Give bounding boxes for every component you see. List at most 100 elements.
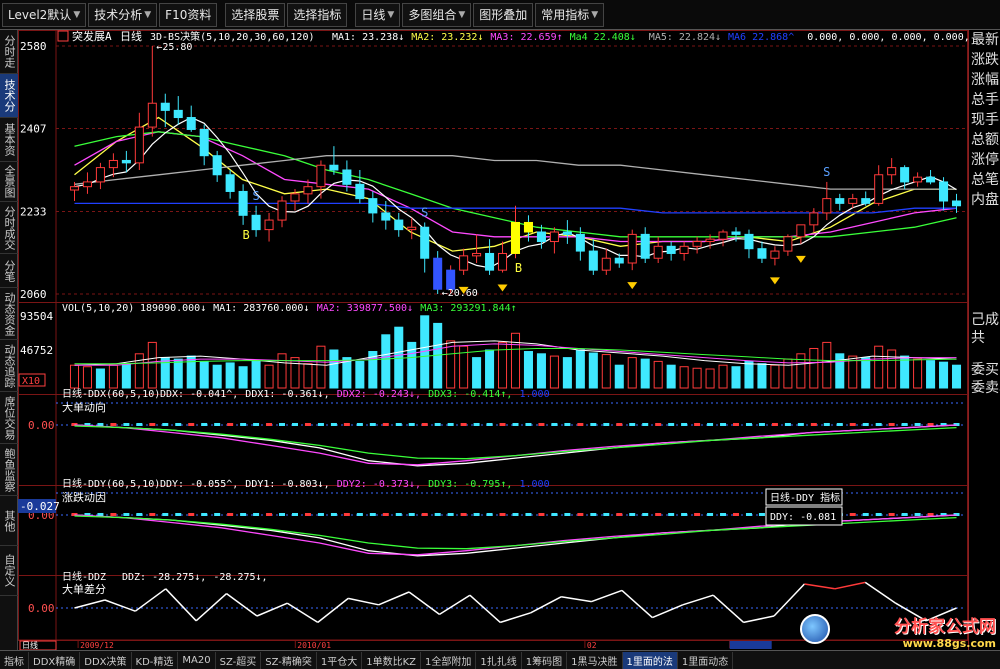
chevron-down-icon[interactable]: ▼ xyxy=(591,10,598,20)
volume-bar[interactable] xyxy=(809,347,819,389)
toolbar-button[interactable]: 多图组合 ▼ xyxy=(402,2,472,27)
volume-bar[interactable] xyxy=(575,349,585,389)
indicator-tab[interactable]: 1单数比KZ xyxy=(362,651,422,669)
candle-body[interactable] xyxy=(588,250,598,271)
candle-body[interactable] xyxy=(329,164,339,171)
volume-bar[interactable] xyxy=(796,353,806,389)
candle-body[interactable] xyxy=(108,159,118,169)
volume-bar[interactable] xyxy=(95,368,105,389)
candle-body[interactable] xyxy=(900,167,910,183)
candle-body[interactable] xyxy=(640,233,650,259)
volume-bar[interactable] xyxy=(913,358,923,389)
candle-body[interactable] xyxy=(173,109,183,119)
volume-bar[interactable] xyxy=(186,355,196,389)
candle-body[interactable] xyxy=(498,252,508,271)
volume-bar[interactable] xyxy=(614,364,624,389)
candle-body[interactable] xyxy=(562,231,572,235)
candle-body[interactable] xyxy=(731,231,741,235)
toolbar-button[interactable]: 图形叠加 xyxy=(473,2,534,27)
candle-body[interactable] xyxy=(472,252,482,257)
candle-body[interactable] xyxy=(277,200,287,221)
candle-body[interactable] xyxy=(679,245,689,254)
candle-body[interactable] xyxy=(69,186,80,191)
volume-bar[interactable] xyxy=(692,367,702,389)
chevron-down-icon[interactable]: ▼ xyxy=(387,10,394,20)
indicator-tab[interactable]: MA20 xyxy=(178,651,216,669)
candle-body[interactable] xyxy=(939,181,949,202)
volume-bar[interactable] xyxy=(121,363,131,389)
toolbar-button[interactable]: 技术分析 ▼ xyxy=(88,2,158,27)
candle-body[interactable] xyxy=(303,186,313,195)
candle-body[interactable] xyxy=(653,245,663,259)
left-tab[interactable]: 分时成交 xyxy=(0,202,18,254)
volume-bar[interactable] xyxy=(446,340,456,389)
stock-selector-icon[interactable] xyxy=(57,30,69,42)
volume-bar[interactable] xyxy=(303,363,313,389)
candle-body[interactable] xyxy=(407,226,417,231)
candle-body[interactable] xyxy=(264,219,274,231)
volume-bar[interactable] xyxy=(316,345,326,389)
volume-bar[interactable] xyxy=(523,351,533,389)
candle-body[interactable] xyxy=(212,155,222,176)
candle-body[interactable] xyxy=(238,190,248,216)
volume-bar[interactable] xyxy=(225,362,235,389)
indicator-tab[interactable]: 1全部附加 xyxy=(421,651,477,669)
candle-body[interactable] xyxy=(549,231,559,243)
left-tab[interactable]: 技术分析 xyxy=(0,74,18,118)
volume-bar[interactable] xyxy=(718,364,728,389)
left-tab[interactable]: 分笔 xyxy=(0,254,18,288)
candle-body[interactable] xyxy=(485,252,495,271)
candle-body[interactable] xyxy=(134,126,144,164)
indicator-tab[interactable]: 1里面的法 xyxy=(622,651,678,669)
volume-bar[interactable] xyxy=(861,357,871,389)
left-tab[interactable]: 动态资金 xyxy=(0,288,18,340)
volume-bar[interactable] xyxy=(69,364,80,389)
volume-bar[interactable] xyxy=(199,360,209,389)
left-tab[interactable]: 全景图 xyxy=(0,162,18,202)
candle-body[interactable] xyxy=(121,159,131,164)
volume-bar[interactable] xyxy=(290,357,300,389)
candle-body[interactable] xyxy=(82,181,92,188)
indicator-tab[interactable]: DDX决策 xyxy=(80,651,132,669)
volume-bar[interactable] xyxy=(835,353,845,389)
toolbar-button[interactable]: F10资料 xyxy=(159,2,218,27)
stock-chart[interactable]: 2580 2407 2233 2060 S S B B S ←25.80 ←20.60 突发展A 日线 3… xyxy=(18,30,968,650)
volume-bar[interactable] xyxy=(238,366,248,389)
left-tab[interactable]: 基本资料 xyxy=(0,118,18,162)
volume-bar[interactable] xyxy=(951,364,962,389)
candle-body[interactable] xyxy=(614,257,624,264)
volume-bar[interactable] xyxy=(562,357,572,389)
left-tab[interactable]: 自定义 xyxy=(0,546,18,596)
candle-body[interactable] xyxy=(822,198,832,214)
indicator-tab[interactable]: 指标 xyxy=(0,651,29,669)
candle-body[interactable] xyxy=(757,248,767,259)
candle-body[interactable] xyxy=(848,198,858,204)
candle-body[interactable] xyxy=(536,231,546,243)
candle-body[interactable] xyxy=(199,128,209,157)
candle-body[interactable] xyxy=(913,176,923,183)
volume-bar[interactable] xyxy=(939,361,949,389)
candle-body[interactable] xyxy=(186,117,196,130)
candle-body[interactable] xyxy=(666,245,676,254)
chevron-down-icon[interactable]: ▼ xyxy=(144,10,151,20)
volume-bar[interactable] xyxy=(783,358,793,389)
volume-bar[interactable] xyxy=(926,360,936,389)
volume-bar[interactable] xyxy=(212,364,222,389)
volume-bar[interactable] xyxy=(666,364,676,389)
candle-body[interactable] xyxy=(705,238,715,243)
candle-body[interactable] xyxy=(770,250,780,259)
volume-bar[interactable] xyxy=(329,349,339,389)
candle-body[interactable] xyxy=(874,174,884,204)
volume-bar[interactable] xyxy=(887,349,897,389)
chevron-down-icon[interactable]: ▼ xyxy=(73,10,80,20)
candle-body[interactable] xyxy=(601,257,611,271)
toolbar-button[interactable]: Level2默认 ▼ xyxy=(2,2,87,27)
candle-body[interactable] xyxy=(459,255,469,271)
volume-bar[interactable] xyxy=(251,360,261,389)
volume-bar[interactable] xyxy=(900,355,910,389)
volume-bar[interactable] xyxy=(640,358,650,389)
candle-body[interactable] xyxy=(796,224,806,238)
candle-body[interactable] xyxy=(575,233,585,252)
candle-body[interactable] xyxy=(627,233,637,264)
candle-body[interactable] xyxy=(809,212,819,226)
